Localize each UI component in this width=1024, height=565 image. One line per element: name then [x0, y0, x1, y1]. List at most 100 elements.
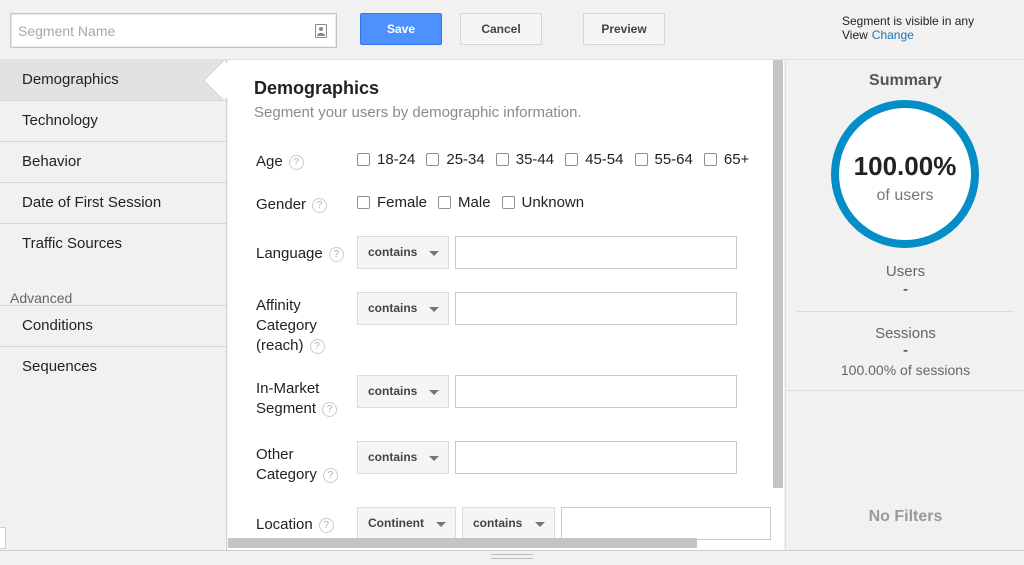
in-market-segment-label: In-Market Segment? [256, 379, 338, 419]
checkbox-box[interactable] [438, 196, 452, 209]
help-icon[interactable]: ? [309, 338, 325, 354]
checkbox-box[interactable] [703, 153, 717, 166]
age-options: 18-24 25-34 35-44 45-54 55-64 65+ [357, 151, 749, 168]
users-value: - [902, 281, 909, 298]
help-icon[interactable]: ? [322, 401, 338, 417]
location-label-text: Location [256, 516, 313, 533]
segment-name-input[interactable] [11, 14, 336, 47]
age-checkbox-45-54[interactable]: 45-54 [565, 151, 624, 168]
label-line: Category [256, 317, 317, 334]
label-line: In-Market [256, 380, 320, 397]
chevron-down-icon [429, 251, 439, 256]
help-icon[interactable]: ? [288, 154, 304, 170]
other-category-value-input[interactable] [455, 441, 737, 474]
sessions-label: Sessions [875, 325, 936, 342]
age-checkbox-65-plus[interactable]: 65+ [703, 151, 750, 168]
dropdown-label: contains [368, 245, 418, 259]
help-icon[interactable]: ? [318, 517, 334, 533]
nav-section-advanced: Advanced [0, 265, 226, 306]
checkbox-box[interactable] [495, 153, 509, 166]
help-icon[interactable]: ? [328, 246, 344, 262]
help-icon[interactable]: ? [312, 197, 328, 213]
other-category-operator-dropdown[interactable]: contains [357, 441, 449, 474]
chevron-down-icon [429, 456, 439, 461]
dropdown-label: contains [368, 301, 418, 315]
checkbox-box[interactable] [634, 153, 648, 166]
gender-checkbox-female[interactable]: Female [357, 194, 427, 211]
gender-checkbox-male[interactable]: Male [438, 194, 491, 211]
gender-checkbox-unknown[interactable]: Unknown [501, 194, 585, 211]
checkbox-label: 55-64 [654, 151, 693, 168]
main-vertical-scrollbar[interactable] [773, 60, 783, 488]
dropdown-label: contains [368, 450, 418, 464]
chevron-down-icon [436, 522, 446, 527]
save-button[interactable]: Save [360, 13, 442, 45]
preview-button[interactable]: Preview [583, 13, 665, 45]
nav-item-label: Traffic Sources [22, 235, 123, 252]
segment-name-field[interactable] [10, 13, 337, 48]
checkbox-box[interactable] [426, 153, 440, 166]
summary-divider [797, 311, 1014, 312]
sessions-detail: 100.00% of sessions [840, 362, 971, 378]
change-visibility-link[interactable]: Change [872, 28, 914, 42]
age-checkbox-55-64[interactable]: 55-64 [634, 151, 693, 168]
summary-divider [786, 390, 1024, 391]
label-line: Segment [256, 400, 317, 417]
language-value-input[interactable] [455, 236, 737, 269]
nav-item-label: Behavior [22, 153, 82, 170]
users-percent-value: 100.00% [853, 151, 957, 181]
nav-item-label: Demographics [22, 71, 119, 88]
bottom-resize-bar [0, 550, 1024, 565]
other-category-label: Other Category? [256, 445, 338, 485]
location-value-input[interactable] [561, 507, 771, 540]
checkbox-label: 65+ [723, 151, 750, 168]
checkbox-label: 45-54 [585, 151, 624, 168]
location-operator-dropdown[interactable]: contains [462, 507, 555, 540]
age-checkbox-35-44[interactable]: 35-44 [495, 151, 555, 168]
chevron-down-icon [429, 307, 439, 312]
resize-grip-icon[interactable] [491, 554, 533, 559]
panel-edge-handle [0, 527, 6, 549]
affinity-operator-dropdown[interactable]: contains [357, 292, 449, 325]
affinity-category-label: Affinity Category (reach)? [256, 296, 325, 356]
demographics-panel: Demographics Segment your users by demog… [228, 60, 784, 550]
nav-item-behavior[interactable]: Behavior [0, 142, 226, 183]
age-checkbox-25-34[interactable]: 25-34 [426, 151, 485, 168]
help-icon[interactable]: ? [322, 467, 338, 483]
age-checkbox-18-24[interactable]: 18-24 [357, 151, 415, 168]
users-percent-label: of users [876, 187, 934, 204]
location-scope-dropdown[interactable]: Continent [357, 507, 456, 540]
language-label-text: Language [256, 245, 323, 262]
language-operator-dropdown[interactable]: contains [357, 236, 449, 269]
nav-item-date-of-first-session[interactable]: Date of First Session [0, 183, 226, 224]
nav-item-sequences[interactable]: Sequences [0, 347, 226, 388]
segment-editor-header: Save Cancel Preview Segment is visible i… [0, 0, 1024, 60]
nav-item-technology[interactable]: Technology [0, 101, 226, 142]
nav-item-conditions[interactable]: Conditions [0, 306, 226, 347]
cancel-button[interactable]: Cancel [460, 13, 542, 45]
checkbox-box[interactable] [357, 196, 370, 209]
label-line: Affinity [256, 297, 301, 314]
checkbox-box[interactable] [565, 153, 579, 166]
nav-item-demographics[interactable]: Demographics [0, 60, 226, 101]
checkbox-label: 18-24 [377, 151, 416, 168]
affinity-value-input[interactable] [455, 292, 737, 325]
location-label: Location? [256, 515, 334, 535]
in-market-operator-dropdown[interactable]: contains [357, 375, 449, 408]
checkbox-box[interactable] [501, 196, 515, 209]
age-label: Age? [256, 152, 304, 172]
checkbox-label: Unknown [521, 194, 585, 211]
nav-item-traffic-sources[interactable]: Traffic Sources [0, 224, 226, 265]
chevron-down-icon [429, 390, 439, 395]
gender-label-text: Gender [256, 196, 307, 213]
panel-subtitle: Segment your users by demographic inform… [254, 104, 582, 121]
checkbox-label: 35-44 [515, 151, 555, 168]
summary-panel: Summary 100.00% of users Users - Session… [785, 60, 1024, 550]
contact-card-icon[interactable] [315, 24, 327, 38]
language-label: Language? [256, 244, 344, 264]
sessions-value: - [902, 342, 909, 359]
in-market-value-input[interactable] [455, 375, 737, 408]
main-horizontal-scrollbar[interactable] [228, 538, 697, 548]
no-filters-text: No Filters [868, 508, 943, 525]
checkbox-box[interactable] [357, 153, 370, 166]
